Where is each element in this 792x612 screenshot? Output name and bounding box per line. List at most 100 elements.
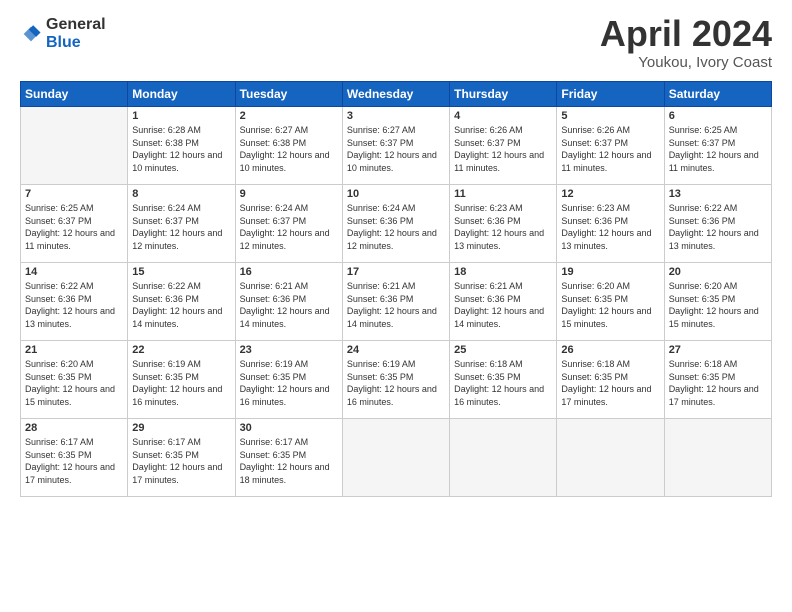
day-number: 15 <box>132 266 230 278</box>
calendar-cell: 11 Sunrise: 6:23 AM Sunset: 6:36 PM Dayli… <box>450 185 557 263</box>
header: General Blue April 2024 Youkou, Ivory Co… <box>20 16 772 71</box>
header-friday: Friday <box>557 82 664 107</box>
calendar-cell: 10 Sunrise: 6:24 AM Sunset: 6:36 PM Dayli… <box>342 185 449 263</box>
calendar-cell: 7 Sunrise: 6:25 AM Sunset: 6:37 PM Daylig… <box>21 185 128 263</box>
day-number: 10 <box>347 188 445 200</box>
day-info: Sunrise: 6:18 AM Sunset: 6:35 PM Dayligh… <box>561 358 659 408</box>
calendar-cell <box>342 419 449 497</box>
header-wednesday: Wednesday <box>342 82 449 107</box>
calendar-table: SundayMondayTuesdayWednesdayThursdayFrid… <box>20 81 772 497</box>
day-number: 30 <box>240 422 338 434</box>
calendar-cell: 21 Sunrise: 6:20 AM Sunset: 6:35 PM Dayli… <box>21 341 128 419</box>
day-number: 17 <box>347 266 445 278</box>
day-info: Sunrise: 6:21 AM Sunset: 6:36 PM Dayligh… <box>240 280 338 330</box>
calendar-cell: 5 Sunrise: 6:26 AM Sunset: 6:37 PM Daylig… <box>557 107 664 185</box>
day-number: 11 <box>454 188 552 200</box>
calendar-cell: 4 Sunrise: 6:26 AM Sunset: 6:37 PM Daylig… <box>450 107 557 185</box>
day-info: Sunrise: 6:20 AM Sunset: 6:35 PM Dayligh… <box>561 280 659 330</box>
day-number: 6 <box>669 110 767 122</box>
day-number: 21 <box>25 344 123 356</box>
calendar-title: April 2024 <box>600 16 772 52</box>
week-row-2: 14 Sunrise: 6:22 AM Sunset: 6:36 PM Dayli… <box>21 263 772 341</box>
week-row-0: 1Sunrise: 6:28 AM Sunset: 6:38 PM Daylig… <box>21 107 772 185</box>
calendar-cell: 24 Sunrise: 6:19 AM Sunset: 6:35 PM Dayli… <box>342 341 449 419</box>
day-number: 27 <box>669 344 767 356</box>
day-number: 20 <box>669 266 767 278</box>
day-info: Sunrise: 6:22 AM Sunset: 6:36 PM Dayligh… <box>132 280 230 330</box>
header-tuesday: Tuesday <box>235 82 342 107</box>
page: General Blue April 2024 Youkou, Ivory Co… <box>0 0 792 612</box>
calendar-cell: 19 Sunrise: 6:20 AM Sunset: 6:35 PM Dayli… <box>557 263 664 341</box>
day-number: 13 <box>669 188 767 200</box>
calendar-cell: 30 Sunrise: 6:17 AM Sunset: 6:35 PM Dayli… <box>235 419 342 497</box>
logo-text: General Blue <box>46 16 106 51</box>
day-number: 28 <box>25 422 123 434</box>
calendar-cell: 25 Sunrise: 6:18 AM Sunset: 6:35 PM Dayli… <box>450 341 557 419</box>
day-info: Sunrise: 6:27 AM Sunset: 6:38 PM Dayligh… <box>240 124 338 174</box>
day-info: Sunrise: 6:17 AM Sunset: 6:35 PM Dayligh… <box>240 436 338 486</box>
calendar-cell: 17 Sunrise: 6:21 AM Sunset: 6:36 PM Dayli… <box>342 263 449 341</box>
day-info: Sunrise: 6:21 AM Sunset: 6:36 PM Dayligh… <box>454 280 552 330</box>
day-number: 5 <box>561 110 659 122</box>
calendar-cell: 18 Sunrise: 6:21 AM Sunset: 6:36 PM Dayli… <box>450 263 557 341</box>
day-number: 3 <box>347 110 445 122</box>
day-info: Sunrise: 6:24 AM Sunset: 6:36 PM Dayligh… <box>347 202 445 252</box>
day-info: Sunrise: 6:23 AM Sunset: 6:36 PM Dayligh… <box>454 202 552 252</box>
calendar-cell: 3 Sunrise: 6:27 AM Sunset: 6:37 PM Daylig… <box>342 107 449 185</box>
calendar-cell: 9Sunrise: 6:24 AM Sunset: 6:37 PM Daylig… <box>235 185 342 263</box>
day-number: 25 <box>454 344 552 356</box>
calendar-cell: 14Sunrise: 6:22 AM Sunset: 6:36 PM Dayli… <box>21 263 128 341</box>
header-thursday: Thursday <box>450 82 557 107</box>
day-number: 23 <box>240 344 338 356</box>
day-number: 4 <box>454 110 552 122</box>
day-info: Sunrise: 6:17 AM Sunset: 6:35 PM Dayligh… <box>25 436 123 486</box>
calendar-cell: 8 Sunrise: 6:24 AM Sunset: 6:37 PM Daylig… <box>128 185 235 263</box>
day-number: 18 <box>454 266 552 278</box>
day-info: Sunrise: 6:24 AM Sunset: 6:37 PM Dayligh… <box>132 202 230 252</box>
day-info: Sunrise: 6:23 AM Sunset: 6:36 PM Dayligh… <box>561 202 659 252</box>
day-info: Sunrise: 6:20 AM Sunset: 6:35 PM Dayligh… <box>25 358 123 408</box>
day-number: 8 <box>132 188 230 200</box>
calendar-cell: 12 Sunrise: 6:23 AM Sunset: 6:36 PM Dayli… <box>557 185 664 263</box>
day-number: 1 <box>132 110 230 122</box>
calendar-cell <box>21 107 128 185</box>
day-info: Sunrise: 6:21 AM Sunset: 6:36 PM Dayligh… <box>347 280 445 330</box>
day-info: Sunrise: 6:19 AM Sunset: 6:35 PM Dayligh… <box>347 358 445 408</box>
day-number: 26 <box>561 344 659 356</box>
day-info: Sunrise: 6:19 AM Sunset: 6:35 PM Dayligh… <box>132 358 230 408</box>
day-number: 29 <box>132 422 230 434</box>
calendar-subtitle: Youkou, Ivory Coast <box>600 54 772 71</box>
calendar-cell: 28 Sunrise: 6:17 AM Sunset: 6:35 PM Dayli… <box>21 419 128 497</box>
calendar-header-row: SundayMondayTuesdayWednesdayThursdayFrid… <box>21 82 772 107</box>
calendar-cell <box>664 419 771 497</box>
day-number: 14 <box>25 266 123 278</box>
calendar-cell: 2 Sunrise: 6:27 AM Sunset: 6:38 PM Daylig… <box>235 107 342 185</box>
day-info: Sunrise: 6:19 AM Sunset: 6:35 PM Dayligh… <box>240 358 338 408</box>
day-number: 2 <box>240 110 338 122</box>
calendar-cell: 16 Sunrise: 6:21 AM Sunset: 6:36 PM Dayli… <box>235 263 342 341</box>
day-number: 19 <box>561 266 659 278</box>
day-info: Sunrise: 6:18 AM Sunset: 6:35 PM Dayligh… <box>454 358 552 408</box>
day-info: Sunrise: 6:20 AM Sunset: 6:35 PM Dayligh… <box>669 280 767 330</box>
calendar-cell: 15 Sunrise: 6:22 AM Sunset: 6:36 PM Dayli… <box>128 263 235 341</box>
calendar-cell: 26 Sunrise: 6:18 AM Sunset: 6:35 PM Dayli… <box>557 341 664 419</box>
header-sunday: Sunday <box>21 82 128 107</box>
day-number: 12 <box>561 188 659 200</box>
title-block: April 2024 Youkou, Ivory Coast <box>600 16 772 71</box>
day-number: 16 <box>240 266 338 278</box>
day-info: Sunrise: 6:22 AM Sunset: 6:36 PM Dayligh… <box>669 202 767 252</box>
day-info: Sunrise: 6:25 AM Sunset: 6:37 PM Dayligh… <box>25 202 123 252</box>
calendar-cell: 6 Sunrise: 6:25 AM Sunset: 6:37 PM Daylig… <box>664 107 771 185</box>
day-info: Sunrise: 6:26 AM Sunset: 6:37 PM Dayligh… <box>561 124 659 174</box>
day-number: 24 <box>347 344 445 356</box>
day-info: Sunrise: 6:26 AM Sunset: 6:37 PM Dayligh… <box>454 124 552 174</box>
week-row-1: 7 Sunrise: 6:25 AM Sunset: 6:37 PM Daylig… <box>21 185 772 263</box>
calendar-cell: 13 Sunrise: 6:22 AM Sunset: 6:36 PM Dayli… <box>664 185 771 263</box>
calendar-cell <box>557 419 664 497</box>
calendar-cell: 22Sunrise: 6:19 AM Sunset: 6:35 PM Dayli… <box>128 341 235 419</box>
day-info: Sunrise: 6:25 AM Sunset: 6:37 PM Dayligh… <box>669 124 767 174</box>
day-number: 7 <box>25 188 123 200</box>
day-info: Sunrise: 6:27 AM Sunset: 6:37 PM Dayligh… <box>347 124 445 174</box>
logo-icon <box>20 23 42 45</box>
day-info: Sunrise: 6:18 AM Sunset: 6:35 PM Dayligh… <box>669 358 767 408</box>
